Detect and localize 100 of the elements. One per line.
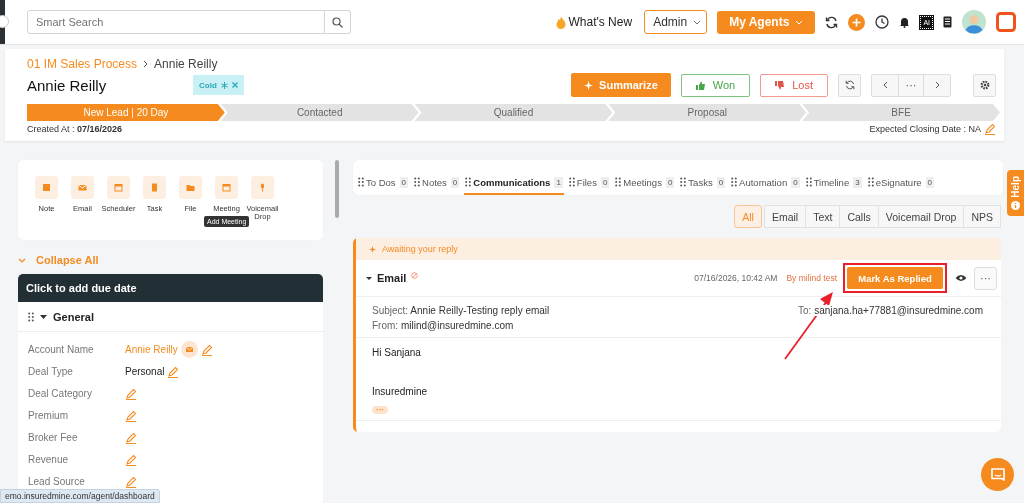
- role-dropdown[interactable]: Admin: [644, 10, 708, 34]
- filter-button[interactable]: Email: [763, 205, 807, 228]
- pipeline-stage[interactable]: BFE: [802, 104, 1000, 121]
- caret-down-icon[interactable]: [40, 314, 47, 319]
- chevron-left-icon: [882, 81, 888, 89]
- whats-new-link[interactable]: What's New: [556, 15, 633, 29]
- pencil-icon[interactable]: [125, 431, 137, 444]
- calendar-icon: [114, 183, 123, 192]
- count-badge: 0: [925, 176, 935, 188]
- snowflake-icon: [220, 81, 228, 89]
- filter-button[interactable]: NPS: [963, 205, 1001, 228]
- info-icon: [1011, 200, 1020, 210]
- pencil-icon[interactable]: [125, 453, 137, 466]
- microphone-icon: [258, 183, 267, 192]
- settings-button[interactable]: [973, 73, 996, 97]
- count-badge: 0: [665, 176, 675, 188]
- chevron-down-icon: [693, 19, 702, 25]
- plus-icon[interactable]: [848, 13, 866, 31]
- clock-icon[interactable]: [875, 15, 890, 29]
- thumbs-up-icon: [695, 80, 705, 90]
- deal-title: Annie Reilly: [27, 76, 108, 94]
- email-timestamp: 07/16/2026, 10:42 AM: [694, 273, 778, 283]
- refresh-icon[interactable]: [825, 15, 839, 29]
- bell-icon[interactable]: [899, 16, 911, 28]
- search-field[interactable]: Smart Search: [27, 10, 325, 34]
- pencil-icon[interactable]: [167, 365, 180, 378]
- filter-button[interactable]: Voicemail Drop: [877, 205, 965, 228]
- pencil-icon[interactable]: [984, 123, 996, 135]
- drag-handle-icon: [568, 177, 575, 187]
- clipboard-icon: [150, 183, 159, 192]
- drag-handle-icon: [358, 177, 364, 187]
- field-label: Broker Fee: [28, 432, 79, 443]
- search-button[interactable]: [325, 10, 351, 34]
- count-badge: 0: [791, 176, 800, 188]
- envelope-icon: [78, 183, 87, 192]
- count-badge: 0: [716, 176, 726, 188]
- chevron-right-icon: [934, 81, 940, 89]
- chat-button[interactable]: [981, 458, 1014, 491]
- field-label: Deal Type: [28, 366, 74, 377]
- count-badge: 1: [554, 176, 563, 188]
- chevron-down-icon: [795, 19, 804, 25]
- pencil-icon[interactable]: [125, 387, 137, 400]
- drag-handle-icon: [615, 177, 622, 187]
- tab[interactable]: To Dos 0: [357, 171, 410, 195]
- tab[interactable]: Communications 1: [464, 171, 564, 195]
- awaiting-reply-text: Awaiting your reply: [382, 244, 458, 254]
- refresh-button[interactable]: [838, 73, 861, 97]
- created-date: Created At : 07/16/2026: [27, 124, 123, 134]
- drag-handle-icon: [414, 177, 421, 187]
- thumbs-down-icon: [775, 80, 785, 90]
- close-icon[interactable]: [231, 82, 238, 88]
- email-type: Email: [377, 272, 407, 284]
- field-label: Account Name: [28, 344, 95, 355]
- tab[interactable]: eSignature 0: [866, 171, 936, 195]
- caret-down-icon[interactable]: [366, 276, 372, 280]
- field-label: Deal Category: [28, 388, 93, 399]
- drag-handle-icon: [680, 177, 687, 187]
- envelope-icon: [185, 347, 193, 352]
- count-badge: 3: [853, 176, 862, 188]
- due-date-bar[interactable]: Click to add due date: [18, 274, 323, 302]
- email-subject: Subject: Annie Reilly-Testing reply email: [372, 305, 551, 316]
- eye-icon[interactable]: [955, 274, 967, 282]
- avatar-icon[interactable]: [962, 10, 986, 34]
- tab[interactable]: Notes 0: [413, 171, 461, 195]
- logo-icon[interactable]: [996, 12, 1016, 32]
- chevron-right-icon: [143, 60, 149, 68]
- drag-handle-icon: [805, 177, 812, 187]
- tab[interactable]: Files 0: [567, 171, 611, 195]
- closing-date: Expected Closing Date : NA: [869, 124, 981, 134]
- search-icon: [332, 16, 343, 28]
- pencil-icon[interactable]: [125, 409, 137, 422]
- field-label: Revenue: [28, 454, 70, 465]
- chat-icon: [990, 467, 1005, 482]
- filter-button[interactable]: Calls: [839, 205, 879, 228]
- flame-icon: [556, 15, 567, 29]
- chevron-down-icon: [18, 257, 26, 263]
- lost-button[interactable]: Lost: [760, 73, 828, 97]
- tab[interactable]: Tasks 0: [679, 171, 727, 195]
- pencil-icon[interactable]: [125, 475, 137, 488]
- pipeline-stage[interactable]: Contacted: [220, 104, 419, 121]
- scrollbar-thumb[interactable]: [335, 160, 339, 218]
- pencil-icon[interactable]: [200, 343, 213, 356]
- drag-handle-icon: [465, 177, 472, 187]
- filter-button[interactable]: Text: [805, 205, 841, 228]
- email-button[interactable]: [180, 341, 198, 358]
- more-options-button[interactable]: ···: [974, 266, 997, 290]
- status-tag: Cold: [193, 75, 244, 95]
- pipeline-stage[interactable]: Qualified: [414, 104, 613, 121]
- field-label: Premium: [28, 410, 69, 421]
- tab[interactable]: Automation 0: [730, 171, 801, 195]
- email-body-line: Insuredmine: [372, 386, 429, 397]
- drag-handle-icon: [867, 177, 874, 187]
- section-title: General: [53, 310, 94, 323]
- email-sender: From: milind@insuredmine.com: [372, 320, 515, 331]
- settings-icon: [979, 80, 990, 90]
- refresh-icon: [844, 80, 855, 90]
- tab[interactable]: Meetings 0: [614, 171, 676, 195]
- pipeline-stage[interactable]: Proposal: [608, 104, 807, 121]
- tab[interactable]: Timeline 3: [804, 171, 863, 195]
- document-icon[interactable]: [943, 16, 952, 28]
